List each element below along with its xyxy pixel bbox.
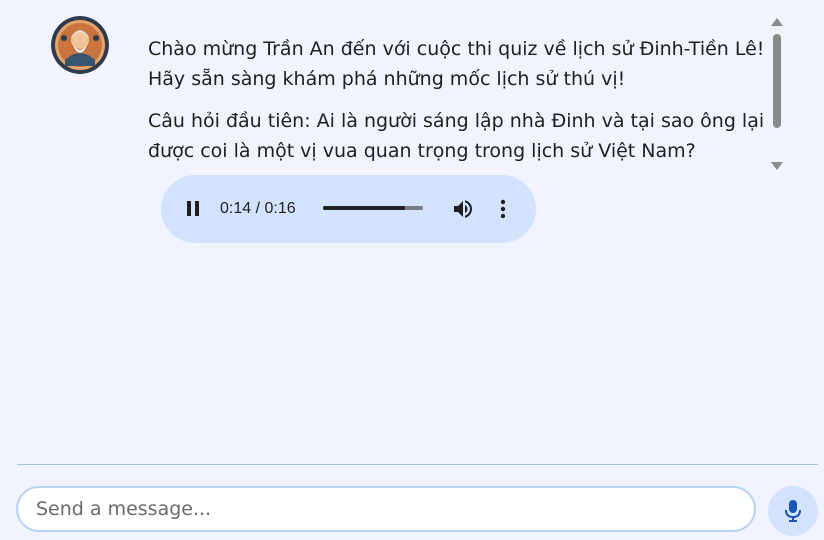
message-paragraph: Câu hỏi đầu tiên: Ai là người sáng lập n… — [148, 110, 765, 162]
scrollbar-thumb[interactable] — [773, 34, 781, 128]
audio-progress-slider[interactable] — [323, 206, 423, 210]
composer-divider — [17, 464, 818, 465]
volume-button[interactable] — [451, 197, 475, 221]
scroll-down-arrow[interactable] — [771, 162, 783, 170]
microphone-icon — [785, 500, 801, 522]
message-input[interactable] — [18, 488, 754, 530]
chat-message: Chào mừng Trần An đến với cuộc thi quiz … — [148, 34, 770, 172]
pause-button[interactable] — [185, 201, 201, 217]
audio-player: 0:14 / 0:16 — [161, 175, 536, 243]
audio-time: 0:14 / 0:16 — [220, 200, 296, 217]
message-input-container — [16, 486, 756, 532]
mic-button[interactable] — [768, 486, 818, 536]
audio-progress-fill — [323, 206, 405, 210]
avatar — [51, 16, 109, 74]
message-paragraph: Chào mừng Trần An đến với cuộc thi quiz … — [148, 38, 765, 90]
volume-icon — [454, 200, 472, 218]
more-vert-icon — [500, 199, 506, 219]
more-options-button[interactable] — [495, 197, 511, 221]
scroll-up-arrow[interactable] — [771, 18, 783, 26]
